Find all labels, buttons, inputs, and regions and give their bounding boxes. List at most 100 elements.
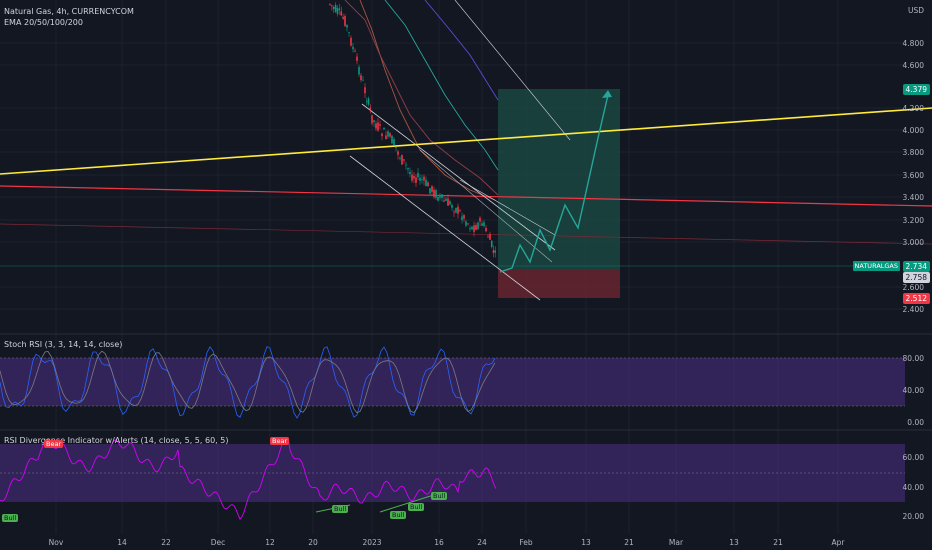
candle-body	[358, 66, 360, 75]
candle-body	[447, 198, 449, 206]
ema-100-line	[384, 0, 499, 171]
candle-body	[342, 17, 344, 19]
candle-body	[403, 159, 405, 161]
candle-body	[423, 176, 425, 181]
chart-canvas[interactable]	[0, 0, 932, 550]
target-zone[interactable]	[498, 89, 620, 270]
candle-body	[443, 200, 445, 202]
candle-body	[377, 122, 379, 131]
candle-body	[387, 131, 389, 137]
candle-body	[397, 151, 399, 155]
candle-body	[417, 172, 419, 178]
symbol-price-label[interactable]: NATURALGAS	[852, 261, 900, 271]
time-label: Dec	[210, 538, 226, 547]
candle-body	[389, 133, 391, 137]
candle-body	[334, 4, 337, 12]
rsi-tick: 60.00	[902, 453, 924, 462]
candle-body	[369, 107, 372, 110]
stoch-tick: 0.00	[907, 418, 924, 427]
ema-legend[interactable]: EMA 20/50/100/200	[4, 17, 134, 28]
candle-body	[344, 16, 346, 26]
yellow-trendline[interactable]	[0, 107, 932, 175]
time-label: 21	[773, 538, 783, 547]
candle-body	[367, 98, 370, 105]
candle-body	[362, 79, 364, 81]
ema-50-line	[344, 0, 499, 196]
stop-price-tag[interactable]: 2.512	[902, 293, 930, 304]
candle-body	[352, 46, 354, 50]
bear-signal[interactable]: Bear	[44, 440, 64, 448]
chart-legend[interactable]: Natural Gas, 4h, CURRENCYCOM EMA 20/50/1…	[4, 6, 134, 28]
bull-signal[interactable]: Bull	[408, 503, 425, 511]
price-tick: 3.000	[902, 238, 924, 247]
bull-signal[interactable]: Bull	[390, 511, 407, 519]
time-label: 22	[161, 538, 171, 547]
stop-zone[interactable]	[498, 270, 620, 298]
candle-body	[401, 154, 403, 165]
stoch-rsi-legend[interactable]: Stoch RSI (3, 3, 14, 14, close)	[4, 340, 122, 349]
candle-body	[393, 139, 395, 146]
time-label: 21	[624, 538, 634, 547]
candle-body	[483, 222, 485, 227]
price-tick: 4.200	[902, 104, 924, 113]
candle-body	[346, 24, 348, 28]
candle-body	[469, 228, 471, 230]
current-price-tag[interactable]: 2.734	[902, 261, 930, 272]
candle-body	[371, 115, 373, 124]
target-price-tag[interactable]: 4.379	[902, 84, 930, 95]
time-label: Mar	[668, 538, 684, 547]
candle-body	[467, 223, 469, 225]
rsi-tick: 20.00	[902, 512, 924, 521]
candle-body	[477, 222, 479, 230]
candle-body	[413, 175, 415, 179]
candle-body	[385, 135, 387, 139]
rsi-divergence-legend[interactable]: RSI Divergence Indicator w/Alerts (14, c…	[4, 436, 228, 445]
symbol-title[interactable]: Natural Gas, 4h, CURRENCYCOM	[4, 6, 134, 17]
ema-200-line	[424, 0, 499, 101]
rsi-tick: 40.00	[902, 483, 924, 492]
candle-body	[475, 224, 477, 230]
candle-body	[379, 124, 381, 126]
candle-body	[449, 201, 451, 205]
candle-body	[338, 8, 341, 11]
bull-signal[interactable]: Bull	[332, 505, 349, 513]
price-tick: 2.600	[902, 283, 924, 292]
time-label: 2023	[362, 538, 382, 547]
candle-body	[489, 234, 491, 240]
time-label: 16	[434, 538, 444, 547]
candle-body	[415, 177, 417, 183]
candle-body	[433, 189, 435, 197]
candle-body	[441, 194, 443, 198]
candle-body	[407, 168, 409, 170]
bull-signal[interactable]: Bull	[431, 492, 448, 500]
candle-body	[373, 120, 375, 123]
candle-body	[391, 135, 393, 144]
candle-body	[490, 240, 493, 247]
time-label: Nov	[48, 538, 64, 547]
candle-body	[381, 133, 383, 137]
candle-body	[429, 188, 431, 194]
candle-body	[365, 101, 368, 103]
candle-body	[356, 56, 358, 61]
price-tick: 3.600	[902, 171, 924, 180]
stoch-tick: 80.00	[902, 354, 924, 363]
price-tick: 2.400	[902, 305, 924, 314]
price-tick: 4.000	[902, 126, 924, 135]
candle-body	[445, 198, 447, 201]
time-label: Feb	[519, 538, 533, 547]
price-tick: 4.800	[902, 39, 924, 48]
candle-body	[492, 250, 495, 254]
candle-body	[329, 3, 331, 5]
bear-signal[interactable]: Bear	[270, 437, 290, 445]
candle-body	[383, 127, 385, 130]
candle-body	[459, 210, 461, 212]
candle-body	[485, 227, 487, 232]
candle-body	[439, 195, 441, 198]
candle-body	[348, 32, 350, 34]
candle-body	[431, 186, 433, 192]
candle-body	[421, 179, 423, 181]
price-tick: 3.200	[902, 216, 924, 225]
candle-body	[336, 7, 339, 15]
bull-signal[interactable]: Bull	[2, 514, 19, 522]
candle-body	[411, 174, 413, 181]
